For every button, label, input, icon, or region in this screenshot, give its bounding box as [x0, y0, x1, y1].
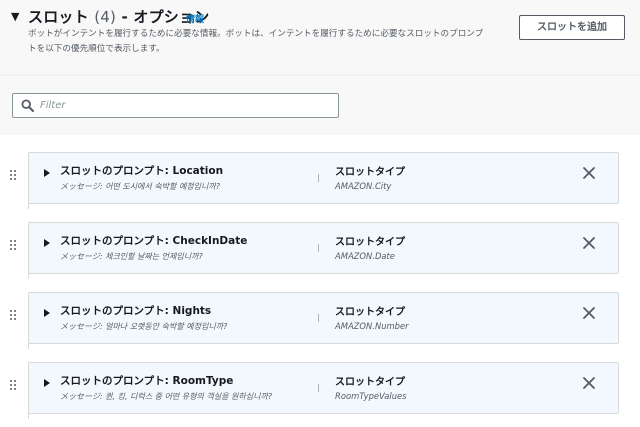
search-icon	[21, 99, 34, 112]
slot-type-value: RoomTypeValues	[335, 391, 407, 401]
slot-type-label: スロットタイプ	[335, 237, 405, 248]
column-divider	[318, 314, 319, 322]
filter-field[interactable]	[12, 93, 339, 118]
column-divider	[318, 384, 319, 392]
section-description: ボットがインテントを履行するために必要な情報。ボットは、インテントを履行するため…	[28, 29, 484, 54]
drag-handle-icon[interactable]	[10, 380, 18, 392]
drag-handle-icon[interactable]	[10, 240, 18, 252]
slot-type-label: スロットタイプ	[335, 167, 405, 178]
slot-card: スロットのプロンプト: Nights メッセージ: 얼마나 오랫동안 숙박할 예…	[28, 292, 619, 349]
slots-section-header: ▼ スロット (4) - オプション 情報 ボットがインテントを履行するために必…	[0, 0, 640, 76]
close-icon[interactable]	[582, 306, 596, 320]
caret-right-icon[interactable]	[44, 309, 50, 317]
caret-right-icon[interactable]	[44, 169, 50, 177]
slot-type-value: AMAZON.Number	[335, 321, 409, 331]
close-icon[interactable]	[582, 166, 596, 180]
info-link[interactable]: 情報	[186, 12, 204, 25]
slot-type-label: スロットタイプ	[335, 307, 405, 318]
slot-type-value: AMAZON.Date	[335, 251, 395, 261]
caret-down-icon[interactable]: ▼	[11, 10, 19, 23]
slot-card: スロットのプロンプト: CheckInDate メッセージ: 체크인할 날짜는 …	[28, 222, 619, 279]
slot-card: スロットのプロンプト: RoomType メッセージ: 퀸, 킹, 디럭스 중 …	[28, 362, 619, 419]
slot-prompt-label: スロットのプロンプト: CheckInDate	[60, 235, 248, 247]
section-title-count: (4)	[94, 8, 117, 26]
slot-message: メッセージ: 퀸, 킹, 디럭스 중 어떤 유형의 객실을 원하십니까?	[60, 392, 273, 401]
slot-card: スロットのプロンプト: Location メッセージ: 어떤 도시에서 숙박할 …	[28, 152, 619, 209]
slot-prompt-label: スロットのプロンプト: Nights	[60, 305, 212, 317]
section-title-main: スロット	[28, 8, 89, 26]
slot-type-label: スロットタイプ	[335, 377, 405, 388]
drag-handle-icon[interactable]	[10, 310, 18, 322]
add-slot-button[interactable]: スロットを追加	[519, 15, 625, 40]
column-divider	[318, 244, 319, 252]
slot-message: メッセージ: 체크인할 날짜는 언제입니까?	[60, 252, 203, 261]
section-title: スロット (4) - オプション	[28, 6, 209, 27]
slot-message: メッセージ: 어떤 도시에서 숙박할 예정입니까?	[60, 182, 220, 191]
caret-right-icon[interactable]	[44, 379, 50, 387]
column-divider	[318, 174, 319, 182]
slot-type-value: AMAZON.City	[335, 181, 392, 191]
close-icon[interactable]	[582, 236, 596, 250]
slot-prompt-label: スロットのプロンプト: RoomType	[60, 375, 234, 387]
drag-handle-icon[interactable]	[10, 170, 18, 182]
caret-right-icon[interactable]	[44, 239, 50, 247]
close-icon[interactable]	[582, 376, 596, 390]
slot-message: メッセージ: 얼마나 오랫동안 숙박할 예정입니까?	[60, 322, 228, 331]
filter-input[interactable]	[40, 97, 330, 114]
slot-prompt-label: スロットのプロンプト: Location	[60, 165, 224, 177]
